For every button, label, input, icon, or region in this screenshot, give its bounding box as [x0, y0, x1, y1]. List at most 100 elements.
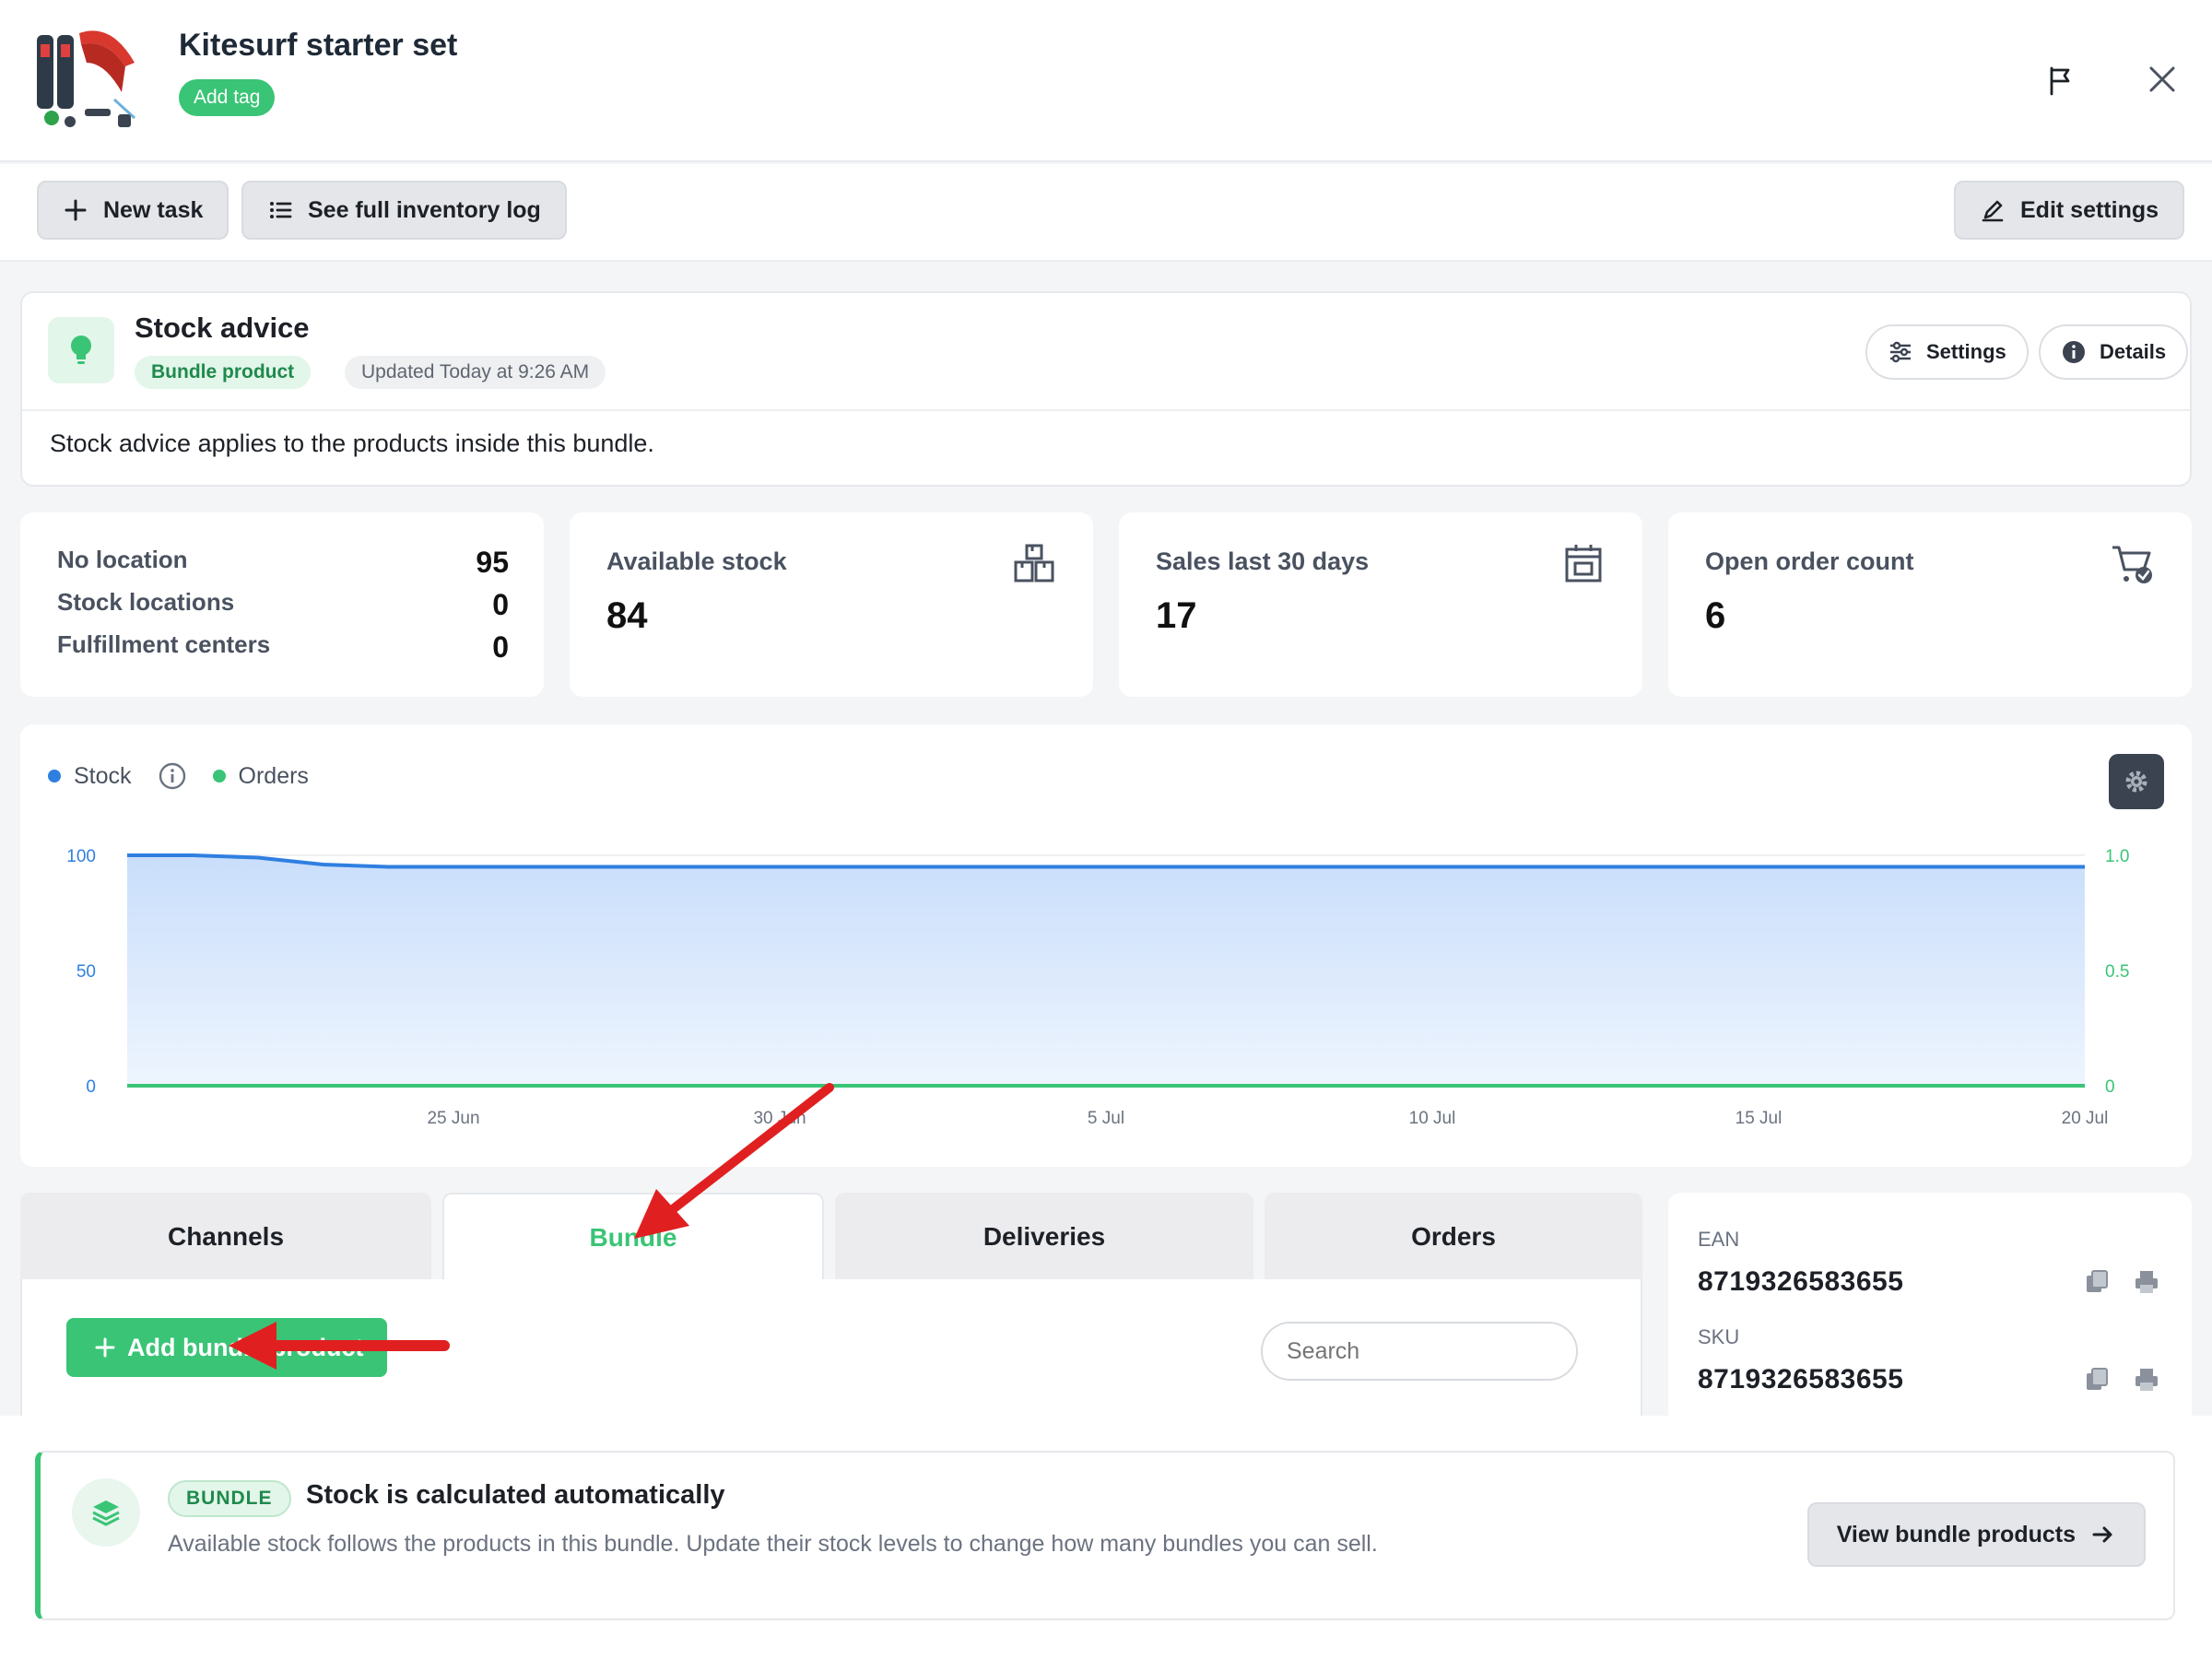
calendar-icon	[1565, 545, 1602, 582]
warehouse-icon	[1014, 544, 1054, 582]
advice-settings-button[interactable]: Settings	[1865, 324, 2029, 380]
stock-area	[127, 855, 2085, 1086]
identifiers-card: EAN 8719326583655 SKU 8719326583655	[1668, 1193, 2192, 1432]
search-input[interactable]	[1261, 1322, 1578, 1381]
location-value: 0	[492, 630, 509, 664]
stat-label: Sales last 30 days	[1156, 547, 1370, 575]
x-tick-label: 5 Jul	[1088, 1109, 1124, 1128]
location-row: Stock locations 0	[57, 588, 509, 622]
edit-settings-button[interactable]: Edit settings	[1954, 181, 2185, 240]
view-bundle-products-button[interactable]: View bundle products	[1806, 1502, 2146, 1567]
stat-value: 6	[1705, 595, 1726, 636]
product-header: Kitesurf starter set Add tag	[0, 0, 2212, 162]
advice-settings-label: Settings	[1926, 340, 2006, 363]
banner-title: Stock is calculated automatically	[306, 1480, 725, 1510]
print-icon[interactable]	[2133, 1366, 2160, 1394]
location-label: No location	[57, 546, 188, 573]
close-icon[interactable]	[2144, 61, 2181, 98]
lightbulb-icon	[48, 317, 114, 383]
y-right-tick-label: 0.5	[2105, 962, 2129, 982]
y-right-tick-label: 0	[2105, 1077, 2115, 1097]
y-left-tick-label: 50	[76, 962, 96, 982]
tab-orders[interactable]: Orders	[1265, 1193, 1642, 1281]
open-orders-card: Open order count 6	[1668, 512, 2192, 697]
bundle-info-banner: BUNDLE Stock is calculated automatically…	[35, 1451, 2175, 1620]
legend-orders[interactable]: Orders	[239, 763, 309, 790]
flag-icon[interactable]	[2041, 63, 2077, 100]
new-task-button[interactable]: New task	[37, 181, 229, 240]
plus-icon	[95, 1337, 115, 1358]
locations-card: No location 95 Stock locations 0 Fulfill…	[20, 512, 544, 697]
new-task-label: New task	[103, 196, 204, 223]
add-bundle-product-button[interactable]: Add bundle product	[66, 1318, 387, 1377]
print-icon[interactable]	[2133, 1268, 2160, 1296]
stat-label: Available stock	[606, 547, 787, 575]
layers-icon	[72, 1478, 140, 1547]
arrow-right-icon	[2092, 1526, 2112, 1543]
location-label: Fulfillment centers	[57, 630, 271, 658]
toolbar: New task See full inventory log Edit set…	[0, 164, 2212, 262]
bundle-product-badge: Bundle product	[135, 356, 312, 389]
x-tick-label: 15 Jul	[1735, 1109, 1783, 1128]
advice-details-label: Details	[2100, 340, 2167, 363]
view-bundle-label: View bundle products	[1836, 1521, 2076, 1547]
bundle-info-footer: BUNDLE Stock is calculated automatically…	[0, 1416, 2212, 1659]
chart-legend: Stock Orders	[48, 761, 309, 791]
x-tick-label: 25 Jun	[427, 1109, 479, 1128]
sales-card: Sales last 30 days 17	[1119, 512, 1642, 697]
sku-value: 8719326583655	[1698, 1364, 1904, 1394]
stock-line	[127, 853, 2085, 869]
location-value: 95	[476, 546, 509, 579]
stock-advice-card: Stock advice Bundle product Updated Toda…	[20, 291, 2192, 487]
legend-dot-orders	[212, 770, 226, 782]
x-tick-label: 10 Jul	[1409, 1109, 1456, 1128]
tab-deliveries[interactable]: Deliveries	[835, 1193, 1253, 1281]
add-bundle-label: Add bundle product	[127, 1333, 364, 1361]
location-row: Fulfillment centers 0	[57, 630, 509, 665]
tab-bundle[interactable]: Bundle	[442, 1193, 824, 1281]
ean-value: 8719326583655	[1698, 1266, 1904, 1297]
stat-value: 17	[1156, 595, 1197, 636]
inventory-log-label: See full inventory log	[308, 196, 541, 223]
stat-value: 84	[606, 595, 648, 636]
stat-label: Open order count	[1705, 547, 1914, 575]
x-tick-label: 30 Jun	[753, 1109, 806, 1128]
copy-icon[interactable]	[2083, 1268, 2111, 1296]
product-title: Kitesurf starter set	[179, 28, 458, 63]
available-stock-card: Available stock 84	[570, 512, 1093, 697]
copy-icon[interactable]	[2083, 1366, 2111, 1394]
sliders-icon	[1890, 341, 1911, 363]
edit-settings-label: Edit settings	[2020, 196, 2159, 223]
add-tag-button[interactable]: Add tag	[179, 79, 276, 116]
bundle-chip: BUNDLE	[168, 1480, 291, 1517]
legend-dot-stock	[48, 770, 61, 782]
location-row: No location 95	[57, 546, 509, 580]
location-value: 0	[492, 588, 509, 621]
location-label: Stock locations	[57, 588, 235, 616]
gear-icon	[2125, 771, 2147, 793]
info-icon	[2063, 341, 2085, 363]
stock-chart-card: 0 50 100 0 0.5 1.0 25 Jun 30 Jun 5 Jul 10 Jul 15 J…	[20, 724, 2192, 1167]
ean-label: EAN	[1698, 1228, 1740, 1251]
advice-details-button[interactable]: Details	[2039, 324, 2189, 380]
plus-icon	[65, 199, 87, 221]
cart-check-icon	[2112, 546, 2152, 583]
x-tick-label: 20 Jul	[2062, 1109, 2109, 1128]
y-left-tick-label: 0	[86, 1077, 96, 1097]
banner-description: Available stock follows the products in …	[168, 1531, 1378, 1557]
list-icon	[270, 202, 292, 218]
y-left-tick-label: 100	[66, 847, 96, 866]
tabs-section: Channels Bundle Deliveries Orders Add bu…	[20, 1193, 1642, 1427]
sku-label: SKU	[1698, 1325, 1740, 1348]
tab-channels[interactable]: Channels	[20, 1193, 431, 1281]
updated-badge: Updated Today at 9:26 AM	[345, 356, 606, 389]
chart-settings-button[interactable]	[2109, 754, 2164, 809]
divider	[22, 409, 2190, 411]
inventory-log-button[interactable]: See full inventory log	[241, 181, 567, 240]
stock-advice-title: Stock advice	[135, 312, 310, 344]
info-outline-icon[interactable]	[158, 761, 187, 791]
stock-chart: 0 50 100 0 0.5 1.0 25 Jun 30 Jun 5 Jul 10 Jul 15 J…	[66, 847, 2129, 1128]
stock-advice-text: Stock advice applies to the products ins…	[50, 429, 654, 457]
y-right-tick-label: 1.0	[2105, 847, 2129, 866]
legend-stock[interactable]: Stock	[74, 763, 132, 790]
